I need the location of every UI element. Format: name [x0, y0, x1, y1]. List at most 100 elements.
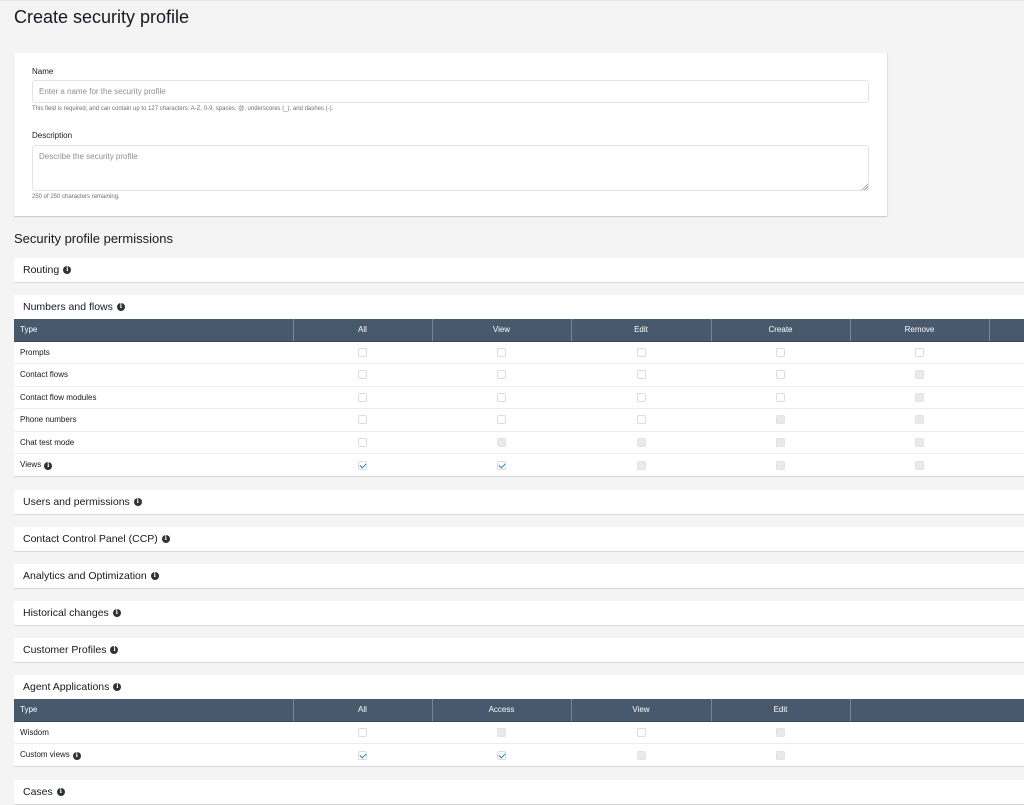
panel-historical-changes: Historical changes i [14, 601, 1024, 626]
permission-cell [711, 454, 850, 477]
checkbox-edit[interactable] [636, 392, 646, 402]
info-icon[interactable]: i [113, 683, 122, 691]
panel-header-historical-changes[interactable]: Historical changes i [14, 601, 1024, 625]
empty-cell [989, 431, 1024, 454]
checkbox-all[interactable] [358, 727, 367, 737]
permission-cell [571, 341, 711, 364]
permission-cell [432, 454, 571, 477]
description-input[interactable] [32, 145, 869, 191]
numbers-and-flows-table: Type All View Edit Create Remove Prompts Conta… [14, 319, 1024, 476]
checkbox-create[interactable] [776, 392, 785, 402]
permission-cell [711, 744, 850, 767]
panel-header-agent-applications[interactable]: Agent Applications i [14, 675, 1024, 699]
checkbox-view[interactable] [497, 347, 506, 357]
info-icon[interactable]: i [44, 462, 53, 470]
checkbox-remove [915, 460, 924, 470]
permission-cell [571, 363, 711, 387]
checkbox-edit[interactable] [636, 347, 646, 357]
info-icon[interactable]: i [161, 535, 170, 543]
permission-cell [293, 744, 432, 767]
column-header-view: View [432, 319, 572, 342]
panel-header-cases[interactable]: Cases i [14, 780, 1024, 804]
info-icon[interactable]: i [112, 609, 121, 617]
panel-header-numbers-and-flows[interactable]: Numbers and flows i [14, 295, 1024, 319]
info-icon[interactable]: i [150, 572, 159, 580]
table-header-row: Type All Access View Edit [14, 699, 1024, 722]
info-icon[interactable]: i [110, 646, 119, 654]
checkbox-create[interactable] [776, 347, 785, 357]
panel-header-users-and-permissions[interactable]: Users and permissions i [14, 490, 1024, 514]
info-icon[interactable]: i [63, 266, 72, 274]
panel-header-customer-profiles[interactable]: Customer Profiles i [14, 638, 1024, 662]
permission-cell [293, 408, 432, 432]
panel-title: Routing [23, 264, 60, 276]
panel-ccp: Contact Control Panel (CCP) i [14, 527, 1024, 552]
checkbox-all[interactable] [358, 750, 367, 760]
info-icon[interactable]: i [116, 303, 125, 311]
row-type-cell: Contact flows [14, 363, 293, 387]
checkbox-all[interactable] [358, 392, 367, 402]
panel-analytics-and-optimization: Analytics and Optimization i [14, 564, 1024, 589]
checkbox-remove [915, 415, 924, 425]
panel-header-routing[interactable]: Routing i [14, 258, 1024, 282]
page-title: Create security profile [14, 7, 190, 27]
permission-cell [850, 408, 989, 432]
checkbox-view [497, 437, 506, 447]
row-type-label: Contact flow modules [20, 392, 97, 402]
checkbox-all[interactable] [358, 437, 367, 447]
permission-cell [571, 454, 711, 477]
info-icon[interactable]: i [72, 752, 81, 760]
panel-routing: Routing i [14, 258, 1024, 283]
checkbox-edit [636, 460, 646, 470]
row-type-label: Custom views [20, 750, 70, 759]
permission-cell [850, 431, 989, 454]
checkbox-all[interactable] [358, 415, 367, 425]
info-icon[interactable]: i [133, 498, 142, 506]
checkbox-access[interactable] [497, 750, 506, 760]
checkbox-all[interactable] [358, 460, 367, 470]
column-header-type: Type [14, 319, 294, 342]
column-header-edit: Edit [571, 319, 712, 342]
checkbox-view[interactable] [636, 727, 646, 737]
empty-cell [989, 386, 1024, 409]
column-header-type: Type [14, 699, 294, 722]
permission-cell [432, 744, 571, 767]
panel-numbers-and-flows: Numbers and flows i Type All View Edit Creat… [14, 295, 1024, 477]
profile-details-card: Name This field is required, and can con… [14, 53, 887, 216]
column-header-remove: Remove [850, 319, 990, 342]
checkbox-create [776, 415, 785, 425]
empty-cell [989, 408, 1024, 432]
name-input[interactable] [32, 80, 869, 103]
name-label: Name [32, 67, 54, 76]
checkbox-all[interactable] [358, 370, 367, 380]
row-type-label: Contact flows [20, 370, 69, 380]
checkbox-edit[interactable] [636, 415, 646, 425]
checkbox-view[interactable] [497, 415, 506, 425]
checkbox-view[interactable] [497, 370, 506, 380]
column-header-edit: Edit [711, 699, 851, 722]
checkbox-create[interactable] [776, 370, 785, 380]
table-row: Views i [14, 454, 1024, 477]
checkbox-view[interactable] [497, 392, 506, 402]
checkbox-remove[interactable] [915, 347, 924, 357]
row-type-label: Views [20, 460, 42, 469]
checkbox-edit [636, 437, 646, 447]
row-type-cell: Chat test mode [14, 431, 293, 454]
table-row: Custom views i [14, 744, 1024, 767]
panel-cases: Cases i [14, 780, 1024, 805]
empty-cell [989, 363, 1024, 387]
checkbox-remove [915, 392, 924, 402]
checkbox-view[interactable] [497, 460, 506, 470]
checkbox-all[interactable] [358, 347, 367, 357]
description-label: Description [32, 131, 73, 140]
panel-title: Contact Control Panel (CCP) [23, 533, 158, 545]
panel-header-analytics[interactable]: Analytics and Optimization i [14, 564, 1024, 588]
column-header-create: Create [711, 319, 851, 342]
panel-title: Analytics and Optimization [23, 570, 147, 582]
checkbox-edit[interactable] [636, 370, 646, 380]
column-header-all: All [293, 319, 433, 342]
panel-header-ccp[interactable]: Contact Control Panel (CCP) i [14, 527, 1024, 551]
panel-users-and-permissions: Users and permissions i [14, 490, 1024, 515]
info-icon[interactable]: i [56, 788, 65, 796]
checkbox-access [497, 727, 506, 737]
